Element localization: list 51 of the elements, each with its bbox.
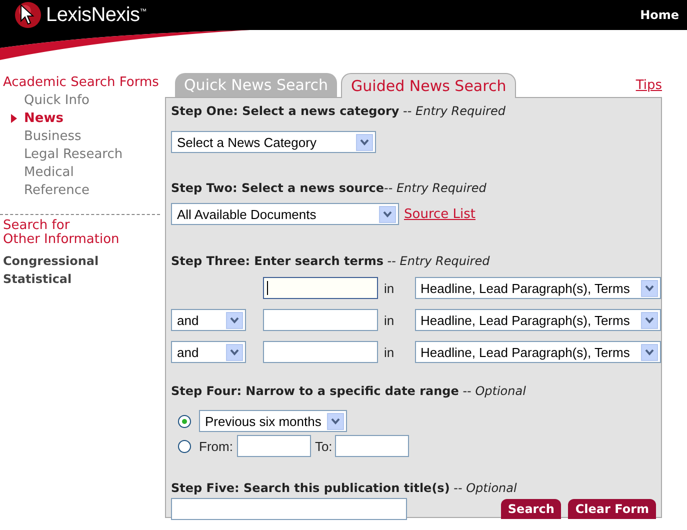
caret-icon [641, 280, 658, 296]
connector-select[interactable]: and [171, 341, 246, 363]
sidebar-link[interactable]: Legal Research [24, 146, 123, 162]
in-label: in [382, 280, 396, 296]
step-heading: Step Two: Select a news source-- Entry Required [171, 180, 488, 196]
sidebar-heading: Search for Other Information [3, 219, 120, 247]
caret-icon [327, 412, 344, 430]
step-heading: Step One: Select a news category -- Entry Required [171, 103, 506, 119]
caret-icon [226, 312, 243, 328]
caret-icon [641, 344, 658, 360]
caret-icon [379, 206, 396, 222]
tab[interactable]: Guided News Search [341, 73, 516, 98]
caret-icon [226, 344, 243, 360]
caret-icon [641, 312, 658, 328]
step-heading: Step Five: Search this publication title(s) -- Optional [171, 480, 518, 496]
search-term-field[interactable] [262, 341, 378, 363]
date-range-select[interactable]: Previous six months [199, 410, 347, 432]
publication-title-field[interactable] [171, 498, 407, 520]
connector-select[interactable]: and [171, 309, 246, 331]
source-list-link[interactable]: Source List [404, 206, 476, 222]
sidebar-link[interactable]: Business [24, 128, 82, 144]
sidebar-link[interactable]: Reference [24, 182, 90, 198]
radio-button[interactable] [178, 414, 191, 428]
caret-icon [356, 134, 373, 150]
to-date-field[interactable] [335, 435, 410, 457]
sidebar-link[interactable]: News [24, 110, 64, 126]
from-date-field[interactable] [236, 435, 311, 457]
tips-link[interactable]: Tips [636, 78, 662, 92]
sidebar-link[interactable]: Medical [24, 164, 74, 180]
brand-logo: LexisNexis$^{™}$ [46, 4, 146, 26]
sidebar-heading: Academic Search Forms [3, 75, 160, 90]
step-heading: Step Four: Narrow to a specific date range -- Optional [171, 383, 527, 399]
form-button[interactable]: Search [500, 499, 562, 519]
radio-button[interactable] [178, 440, 191, 452]
in-label: in [382, 312, 396, 328]
category-select[interactable]: Select a News Category [171, 131, 376, 153]
step-heading: Step Three: Enter search terms -- Entry Required [171, 253, 491, 269]
search-term-field[interactable] [262, 309, 378, 331]
sidebar-link[interactable]: Congressional [3, 252, 160, 270]
sidebar-link[interactable]: Quick Info [24, 92, 90, 108]
field-select[interactable]: Headline, Lead Paragraph(s), Terms [414, 277, 661, 299]
search-term-field[interactable] [262, 277, 378, 299]
in-label: in [382, 344, 396, 360]
source-select[interactable]: All Available Documents [171, 203, 399, 225]
home-link[interactable]: Home [640, 8, 679, 22]
sidebar-link[interactable]: Statistical [3, 270, 160, 288]
field-select[interactable]: Headline, Lead Paragraph(s), Terms [414, 309, 661, 331]
form-button[interactable]: Clear Form [568, 499, 656, 519]
from-label: From: [199, 438, 233, 454]
field-select[interactable]: Headline, Lead Paragraph(s), Terms [414, 341, 661, 363]
to-label: To: [314, 438, 332, 454]
